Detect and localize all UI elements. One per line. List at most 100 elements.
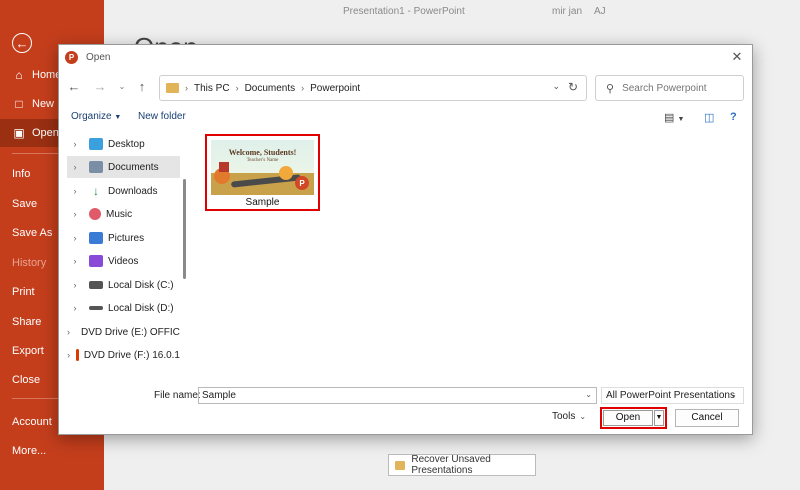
nav-item-music[interactable]: › Music xyxy=(67,203,180,225)
office-icon xyxy=(76,349,79,361)
user-name: mir jan xyxy=(552,6,583,17)
chevron-right-icon[interactable]: › xyxy=(67,350,70,360)
chevron-right-icon[interactable]: › xyxy=(67,209,83,219)
pictures-icon xyxy=(89,232,103,244)
backstage-item-label: History xyxy=(12,257,47,269)
nav-item-pictures[interactable]: › Pictures xyxy=(67,227,180,249)
forward-icon[interactable]: → xyxy=(91,78,109,96)
filetype-select[interactable]: All PowerPoint Presentations ⌄ xyxy=(601,387,744,404)
backstage-item-more[interactable]: More... xyxy=(0,437,104,465)
backstage-item-label: Home xyxy=(32,69,62,81)
chevron-down-icon[interactable]: ⌄ xyxy=(552,81,560,92)
chevron-down-icon: ⌄ xyxy=(579,412,587,421)
navigation-pane: › Desktop › Documents › ↓ Downloads › Mu… xyxy=(67,133,180,378)
chevron-right-icon[interactable]: › xyxy=(67,233,83,243)
nav-item-label: Local Disk (D:) xyxy=(108,302,174,314)
chevron-right-icon[interactable]: › xyxy=(67,256,83,266)
tools-label: Tools xyxy=(552,411,576,422)
dialog-title: Open xyxy=(86,51,111,63)
cancel-button[interactable]: Cancel xyxy=(675,409,739,427)
open-dialog: P Open ✕ ← → ⌄ ↑ › This PC › Documents ›… xyxy=(58,44,753,435)
filename-value: Sample xyxy=(202,390,236,401)
back-arrow-icon[interactable]: ← xyxy=(12,33,32,53)
nav-item-documents[interactable]: › Documents xyxy=(67,156,180,178)
search-box[interactable]: ⚲ xyxy=(595,75,744,101)
chevron-right-icon[interactable]: › xyxy=(67,327,70,337)
chevron-right-icon[interactable]: › xyxy=(67,280,83,290)
address-bar[interactable]: › This PC › Documents › Powerpoint ⌄ ↻ xyxy=(159,75,587,101)
file-item-sample[interactable]: Welcome, Students! Teacher's Name P Samp… xyxy=(205,134,320,211)
nav-item-label: Desktop xyxy=(108,138,145,150)
navigation-bar: ← → ⌄ ↑ › This PC › Documents › Powerpoi… xyxy=(59,73,752,103)
thumbnail-title: Welcome, Students! xyxy=(228,148,297,157)
close-icon[interactable]: ✕ xyxy=(728,48,746,66)
filetype-value: All PowerPoint Presentations xyxy=(606,390,735,401)
nav-item-label: Documents xyxy=(108,161,159,173)
command-bar: Organize ▼ New folder ▤ ▼ ◫ ? xyxy=(59,107,752,129)
nav-item-dvd-f[interactable]: › DVD Drive (F:) 16.0.1 xyxy=(67,344,180,366)
powerpoint-badge-icon: P xyxy=(295,176,309,190)
chevron-right-icon[interactable]: › xyxy=(67,303,83,313)
chevron-down-icon[interactable]: ⌄ xyxy=(585,390,592,399)
nav-item-downloads[interactable]: › ↓ Downloads xyxy=(67,180,180,202)
thumbnail-house xyxy=(219,162,229,172)
nav-item-local-disk-d[interactable]: › Local Disk (D:) xyxy=(67,297,180,319)
chevron-right-icon[interactable]: › xyxy=(67,162,83,172)
organize-label: Organize xyxy=(71,111,112,122)
filename-input[interactable]: Sample ⌄ xyxy=(198,387,597,404)
nav-item-local-disk-c[interactable]: › Local Disk (C:) xyxy=(67,274,180,296)
download-icon: ↓ xyxy=(93,184,99,198)
folder-icon xyxy=(166,83,179,93)
music-icon xyxy=(89,208,101,220)
home-icon: ⌂ xyxy=(15,68,23,82)
nav-item-label: Pictures xyxy=(108,232,145,244)
chevron-right-icon[interactable]: › xyxy=(67,139,83,149)
chevron-right-icon[interactable]: › xyxy=(236,83,239,93)
disk-icon xyxy=(89,281,103,289)
chevron-right-icon[interactable]: › xyxy=(185,83,188,93)
preview-pane-icon[interactable]: ◫ xyxy=(704,111,714,124)
chevron-right-icon[interactable]: › xyxy=(301,83,304,93)
powerpoint-icon: P xyxy=(65,50,78,64)
backstage-item-label: Share xyxy=(12,316,42,328)
caret-down-icon: ▼ xyxy=(114,114,122,121)
thumbnail-tree xyxy=(279,166,293,180)
nav-item-videos[interactable]: › Videos xyxy=(67,250,180,272)
backstage-item-label: Info xyxy=(12,168,31,180)
backstage-item-label: Print xyxy=(12,286,35,298)
recover-label: Recover Unsaved Presentations xyxy=(411,454,491,476)
backstage-item-label: New xyxy=(32,98,55,110)
open-button[interactable]: Open xyxy=(603,410,653,426)
open-dropdown-icon[interactable]: ▼ xyxy=(654,410,664,426)
search-input[interactable] xyxy=(622,82,733,94)
help-icon[interactable]: ? xyxy=(730,111,737,123)
folder-icon xyxy=(395,460,406,470)
nav-item-dvd-e[interactable]: › DVD Drive (E:) OFFICE xyxy=(67,321,180,343)
backstage-item-label: Save xyxy=(12,198,38,210)
back-icon[interactable]: ← xyxy=(65,78,83,96)
organize-button[interactable]: Organize ▼ xyxy=(71,111,121,122)
new-folder-button[interactable]: New folder xyxy=(138,111,186,122)
chevron-right-icon[interactable]: › xyxy=(67,186,83,196)
breadcrumb-item[interactable]: This PC xyxy=(194,83,230,94)
nav-item-label: Downloads xyxy=(108,185,158,197)
documents-icon xyxy=(89,161,103,173)
up-icon[interactable]: ↑ xyxy=(133,78,151,96)
nav-item-desktop[interactable]: › Desktop xyxy=(67,133,180,155)
search-icon: ⚲ xyxy=(606,82,615,95)
recover-unsaved-button[interactable]: Recover Unsaved Presentations xyxy=(388,454,536,476)
new-doc-icon: □ xyxy=(15,97,23,111)
file-name-label: Sample xyxy=(245,197,280,208)
refresh-icon[interactable]: ↻ xyxy=(568,80,578,94)
scrollbar-thumb[interactable] xyxy=(183,179,186,279)
tools-button[interactable]: Tools ⌄ xyxy=(552,411,586,422)
recent-locations-icon[interactable]: ⌄ xyxy=(113,78,131,96)
backstage-item-label: Close xyxy=(12,374,41,386)
view-options-icon[interactable]: ▤ ▼ xyxy=(664,111,684,124)
open-folder-icon: ▣ xyxy=(13,126,25,140)
breadcrumb-item[interactable]: Powerpoint xyxy=(310,83,360,94)
desktop-icon xyxy=(89,138,103,150)
breadcrumb-item[interactable]: Documents xyxy=(245,83,296,94)
backstage-item-label: Save As xyxy=(12,227,53,239)
nav-item-label: Music xyxy=(106,208,133,220)
